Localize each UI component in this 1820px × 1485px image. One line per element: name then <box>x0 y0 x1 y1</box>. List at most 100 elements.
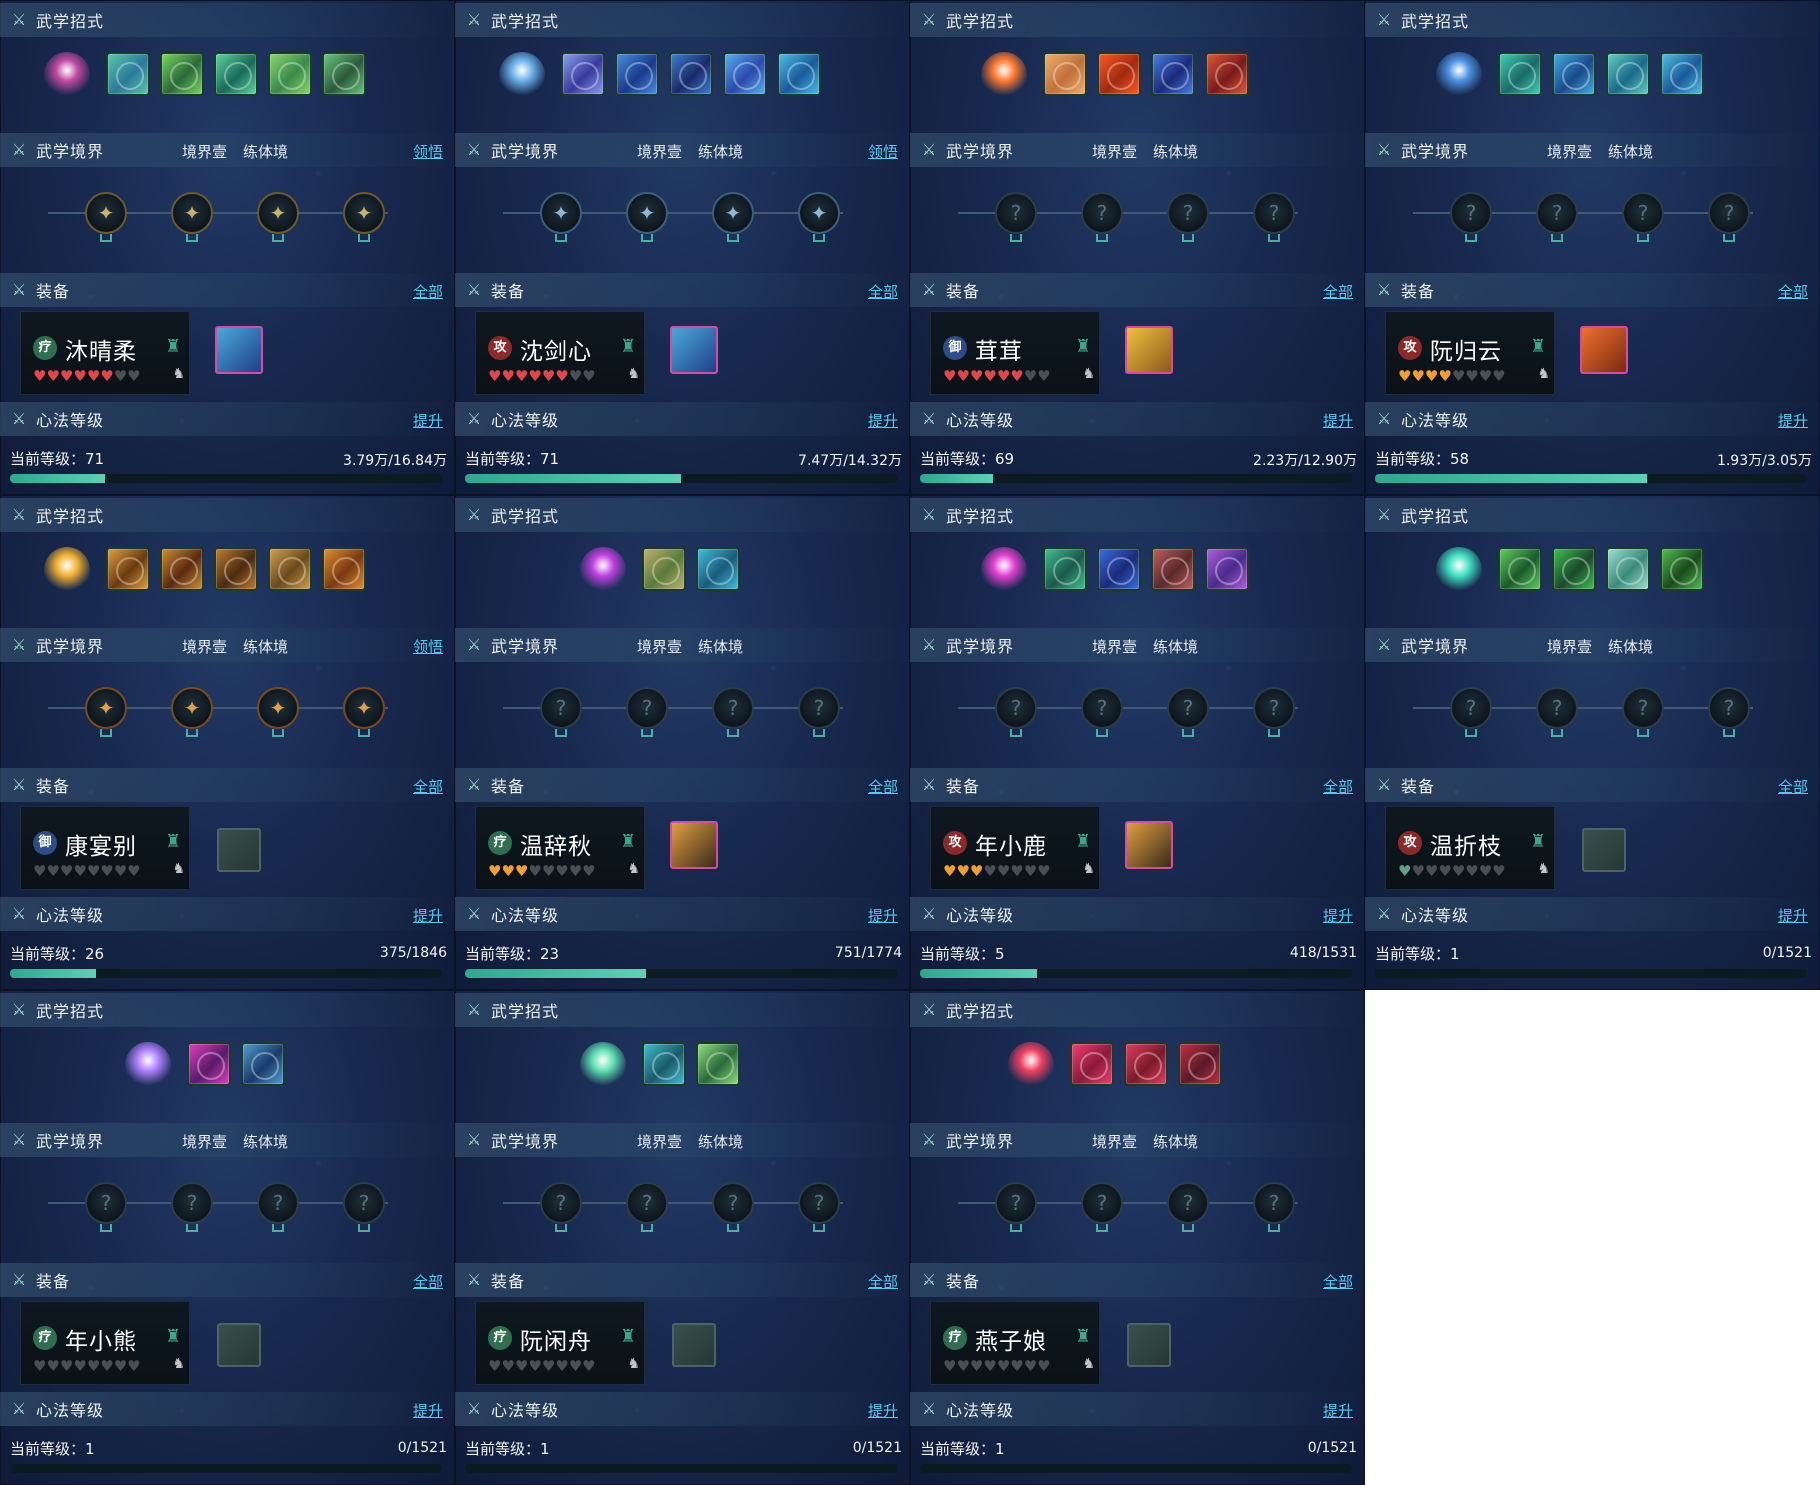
equipment-slot[interactable] <box>215 326 263 374</box>
skill-icon[interactable] <box>669 52 713 96</box>
skill-icon[interactable] <box>561 52 605 96</box>
character-skill-icon[interactable] <box>125 1042 171 1088</box>
skill-icon[interactable] <box>322 547 366 591</box>
skill-icon[interactable] <box>214 52 258 96</box>
skill-icon[interactable] <box>1660 547 1704 591</box>
character-card[interactable]: 御康宴别 ♜ ♥♥♥♥♥♥♥♥ ♞ <box>20 806 190 890</box>
realm-node[interactable]: ? <box>626 1182 668 1224</box>
skill-icon[interactable] <box>1498 52 1542 96</box>
equip-all-link[interactable]: 全部 <box>1323 1271 1353 1292</box>
realm-node[interactable]: ? <box>798 687 840 729</box>
skill-icon[interactable] <box>1178 1042 1222 1086</box>
realm-node[interactable]: ? <box>540 1182 582 1224</box>
skill-icon[interactable] <box>187 1042 231 1086</box>
equipment-slot[interactable] <box>1125 821 1173 869</box>
realm-node[interactable]: ? <box>1167 192 1209 234</box>
upgrade-link[interactable]: 提升 <box>868 1400 898 1421</box>
skill-icon[interactable] <box>777 52 821 96</box>
realm-node[interactable]: ? <box>712 687 754 729</box>
skill-icon[interactable] <box>241 1042 285 1086</box>
skill-icon[interactable] <box>160 52 204 96</box>
upgrade-link[interactable]: 提升 <box>413 410 443 431</box>
skill-icon[interactable] <box>106 52 150 96</box>
realm-node[interactable]: ✦ <box>257 687 299 729</box>
realm-node[interactable]: ? <box>1536 687 1578 729</box>
equip-all-link[interactable]: 全部 <box>1778 776 1808 797</box>
skill-icon[interactable] <box>615 52 659 96</box>
character-card[interactable]: 攻温折枝 ♜ ♥♥♥♥♥♥♥♥ ♞ <box>1385 806 1555 890</box>
realm-node[interactable]: ? <box>1253 192 1295 234</box>
skill-icon[interactable] <box>642 547 686 591</box>
empty-equipment-slot[interactable] <box>1582 828 1626 872</box>
realm-node[interactable]: ✦ <box>171 192 213 234</box>
realm-node[interactable]: ✦ <box>626 192 668 234</box>
skill-icon[interactable] <box>268 547 312 591</box>
upgrade-link[interactable]: 提升 <box>413 1400 443 1421</box>
realm-node[interactable]: ? <box>1167 687 1209 729</box>
equip-all-link[interactable]: 全部 <box>413 281 443 302</box>
equip-all-link[interactable]: 全部 <box>1323 776 1353 797</box>
skill-icon[interactable] <box>1498 547 1542 591</box>
comprehend-link[interactable]: 领悟 <box>413 636 443 657</box>
character-skill-icon[interactable] <box>580 547 626 593</box>
equip-all-link[interactable]: 全部 <box>1323 281 1353 302</box>
realm-node[interactable]: ? <box>626 687 668 729</box>
skill-icon[interactable] <box>1097 547 1141 591</box>
character-card[interactable]: 疗温辞秋 ♜ ♥♥♥♥♥♥♥♥ ♞ <box>475 806 645 890</box>
character-card[interactable]: 疗年小熊 ♜ ♥♥♥♥♥♥♥♥ ♞ <box>20 1301 190 1385</box>
upgrade-link[interactable]: 提升 <box>1778 905 1808 926</box>
upgrade-link[interactable]: 提升 <box>1778 410 1808 431</box>
realm-node[interactable]: ? <box>995 687 1037 729</box>
character-skill-icon[interactable] <box>1436 52 1482 98</box>
skill-icon[interactable] <box>1151 547 1195 591</box>
realm-node[interactable]: ? <box>1708 192 1750 234</box>
realm-node[interactable]: ✦ <box>171 687 213 729</box>
upgrade-link[interactable]: 提升 <box>1323 410 1353 431</box>
realm-node[interactable]: ? <box>995 192 1037 234</box>
empty-equipment-slot[interactable] <box>672 1323 716 1367</box>
skill-icon[interactable] <box>1205 547 1249 591</box>
character-card[interactable]: 御茸茸 ♜ ♥♥♥♥♥♥♥♥ ♞ <box>930 311 1100 395</box>
character-skill-icon[interactable] <box>981 547 1027 593</box>
equipment-slot[interactable] <box>1125 326 1173 374</box>
skill-icon[interactable] <box>696 547 740 591</box>
skill-icon[interactable] <box>1151 52 1195 96</box>
comprehend-link[interactable]: 领悟 <box>868 141 898 162</box>
realm-node[interactable]: ? <box>1450 192 1492 234</box>
realm-node[interactable]: ✦ <box>343 192 385 234</box>
realm-node[interactable]: ? <box>1536 192 1578 234</box>
skill-icon[interactable] <box>1552 547 1596 591</box>
character-card[interactable]: 疗燕子娘 ♜ ♥♥♥♥♥♥♥♥ ♞ <box>930 1301 1100 1385</box>
upgrade-link[interactable]: 提升 <box>868 410 898 431</box>
equip-all-link[interactable]: 全部 <box>413 776 443 797</box>
skill-icon[interactable] <box>1043 52 1087 96</box>
upgrade-link[interactable]: 提升 <box>868 905 898 926</box>
skill-icon[interactable] <box>106 547 150 591</box>
skill-icon[interactable] <box>214 547 258 591</box>
realm-node[interactable]: ✦ <box>540 192 582 234</box>
character-card[interactable]: 攻沈剑心 ♜ ♥♥♥♥♥♥♥♥ ♞ <box>475 311 645 395</box>
realm-node[interactable]: ✦ <box>85 192 127 234</box>
realm-node[interactable]: ? <box>1708 687 1750 729</box>
skill-icon[interactable] <box>696 1042 740 1086</box>
skill-icon[interactable] <box>160 547 204 591</box>
skill-icon[interactable] <box>1660 52 1704 96</box>
skill-icon[interactable] <box>322 52 366 96</box>
skill-icon[interactable] <box>642 1042 686 1086</box>
skill-icon[interactable] <box>1097 52 1141 96</box>
character-card[interactable]: 攻年小鹿 ♜ ♥♥♥♥♥♥♥♥ ♞ <box>930 806 1100 890</box>
realm-node[interactable]: ? <box>712 1182 754 1224</box>
realm-node[interactable]: ? <box>1167 1182 1209 1224</box>
equip-all-link[interactable]: 全部 <box>1778 281 1808 302</box>
realm-node[interactable]: ? <box>798 1182 840 1224</box>
skill-icon[interactable] <box>1606 52 1650 96</box>
realm-node[interactable]: ? <box>85 1182 127 1224</box>
realm-node[interactable]: ? <box>1081 687 1123 729</box>
character-card[interactable]: 疗阮闲舟 ♜ ♥♥♥♥♥♥♥♥ ♞ <box>475 1301 645 1385</box>
character-skill-icon[interactable] <box>1436 547 1482 593</box>
skill-icon[interactable] <box>723 52 767 96</box>
equip-all-link[interactable]: 全部 <box>868 776 898 797</box>
empty-equipment-slot[interactable] <box>1127 1323 1171 1367</box>
character-card[interactable]: 攻阮归云 ♜ ♥♥♥♥♥♥♥♥ ♞ <box>1385 311 1555 395</box>
character-skill-icon[interactable] <box>580 1042 626 1088</box>
